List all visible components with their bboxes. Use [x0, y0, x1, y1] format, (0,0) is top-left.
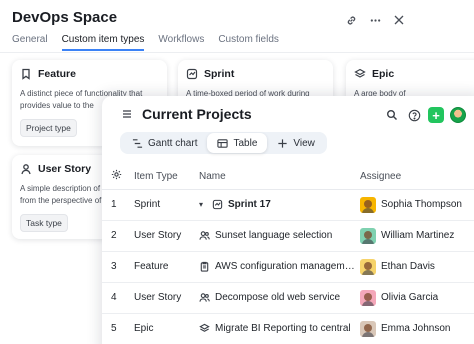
add-button[interactable]: +: [428, 107, 444, 123]
item-type-tag: Project type: [20, 119, 77, 137]
row-number: 2: [102, 220, 134, 252]
users-icon: [199, 230, 210, 241]
page-title: Current Projects: [142, 106, 252, 122]
row-name[interactable]: Sunset language selection: [215, 230, 332, 241]
row-assignee: Sophia Thompson: [381, 199, 462, 210]
tab-custom-fields[interactable]: Custom fields: [218, 34, 279, 51]
tab-label: Table: [233, 137, 258, 149]
tab-workflows[interactable]: Workflows: [158, 34, 204, 51]
space-actions: [344, 13, 406, 27]
assignee-avatar: [360, 320, 376, 337]
table-icon: [217, 138, 229, 149]
row-name[interactable]: Migrate BI Reporting to central: [215, 323, 351, 334]
row-number: 5: [102, 313, 134, 344]
row-number: 3: [102, 251, 134, 283]
table-row[interactable]: 1 Sprint ▾ Sprint 17 Sophia Thompson: [102, 189, 474, 221]
table-row[interactable]: 2 User Story Sunset language selection W…: [102, 220, 474, 252]
projects-table: Item Type Name Assignee 1 Sprint ▾ Sprin…: [102, 164, 474, 344]
row-item-type: Feature: [134, 251, 199, 283]
view-switcher: Gantt chart Table View: [120, 132, 327, 154]
column-assignee[interactable]: Assignee: [360, 164, 474, 190]
row-number: 1: [102, 189, 134, 221]
stack-icon: [354, 68, 366, 80]
gantt-icon: [132, 138, 143, 149]
assignee-avatar: [360, 289, 376, 306]
assignee-avatar: [360, 227, 376, 244]
row-number: 4: [102, 282, 134, 314]
tab-label: Gantt chart: [148, 137, 198, 149]
settings-icon[interactable]: [102, 164, 134, 190]
user-icon: [20, 163, 32, 175]
avatar[interactable]: [450, 107, 466, 123]
stack-icon: [199, 323, 210, 334]
sprint-icon: [186, 68, 198, 80]
tab-label: View: [293, 137, 315, 149]
help-icon[interactable]: [406, 107, 422, 123]
column-name[interactable]: Name: [199, 164, 360, 190]
row-name[interactable]: AWS configuration management: [215, 261, 355, 272]
row-item-type: Epic: [134, 313, 199, 344]
table-row[interactable]: 3 Feature AWS configuration management E…: [102, 251, 474, 283]
tab-general[interactable]: General: [12, 34, 48, 51]
row-name[interactable]: Decompose old web service: [215, 292, 340, 303]
menu-icon[interactable]: [120, 107, 134, 121]
row-assignee: William Martinez: [381, 230, 455, 241]
row-item-type: User Story: [134, 220, 199, 252]
table-header: Item Type Name Assignee: [102, 164, 474, 190]
row-item-type: Sprint: [134, 189, 199, 221]
users-icon: [199, 292, 210, 303]
clipboard-icon: [199, 261, 210, 272]
link-icon[interactable]: [344, 13, 358, 27]
bookmark-icon: [20, 68, 32, 80]
tab-table[interactable]: Table: [207, 133, 268, 153]
tab-custom-item-types[interactable]: Custom item types: [61, 34, 145, 51]
space-tabs: General Custom item types Workflows Cust…: [12, 34, 293, 51]
column-item-type[interactable]: Item Type: [134, 164, 199, 190]
tab-gantt-chart[interactable]: Gantt chart: [122, 133, 207, 153]
close-icon[interactable]: [392, 13, 406, 27]
tabs-divider: [0, 52, 474, 53]
row-name[interactable]: Sprint 17: [228, 199, 271, 210]
item-type-tag: Task type: [20, 214, 68, 232]
space-title: DevOps Space: [12, 9, 118, 26]
add-view-button[interactable]: View: [267, 133, 325, 153]
assignee-avatar: [360, 258, 376, 275]
assignee-avatar: [360, 196, 376, 213]
table-row[interactable]: 4 User Story Decompose old web service O…: [102, 282, 474, 314]
plus-icon: [277, 138, 288, 149]
item-type-name: Epic: [372, 68, 395, 80]
more-icon[interactable]: [368, 13, 382, 27]
row-assignee: Olivia Garcia: [381, 292, 439, 303]
current-projects-panel: Current Projects + Gantt chart Table Vie…: [102, 96, 474, 344]
chevron-down-icon[interactable]: ▾: [199, 200, 207, 209]
row-assignee: Emma Johnson: [381, 323, 451, 334]
search-icon[interactable]: [384, 107, 400, 123]
sprint-icon: [212, 199, 223, 210]
item-type-name: Sprint: [204, 68, 235, 80]
row-assignee: Ethan Davis: [381, 261, 435, 272]
row-item-type: User Story: [134, 282, 199, 314]
item-type-name: Feature: [38, 68, 76, 80]
table-row[interactable]: 5 Epic Migrate BI Reporting to central E…: [102, 313, 474, 344]
item-type-name: User Story: [38, 163, 92, 175]
